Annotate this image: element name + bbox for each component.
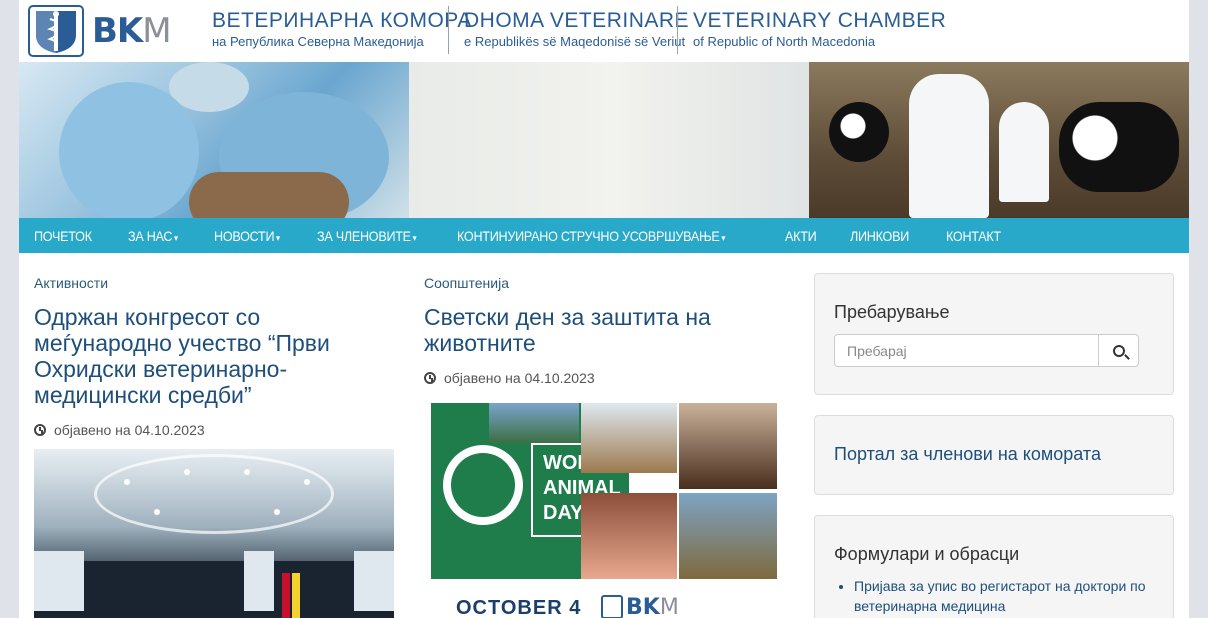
site-logo[interactable]: BKM — [28, 5, 192, 57]
caret-down-icon: ▾ — [721, 232, 726, 243]
header-banner-image — [19, 62, 1189, 218]
post-date: објавено на 04.10.2023 — [424, 370, 784, 386]
nav-item-acts[interactable]: АКТИ — [785, 228, 817, 244]
poster-date-text: OCTOBER 4 — [456, 597, 582, 618]
banner-farm-photo — [809, 62, 1189, 218]
site-header: BKM ВЕТЕРИНАРНА КОМОРА на Република Севе… — [19, 0, 1189, 62]
nav-item-members[interactable]: ЗА ЧЛЕНОВИТЕ ▾ — [317, 228, 417, 244]
nav-item-cpd[interactable]: КОНТИНУИРАНО СТРУЧНО УСОВРШУВАЊЕ ▾ — [457, 228, 725, 244]
header-en-subtitle: of Republic of North Macedonia — [693, 34, 876, 49]
post-image-world-animal-day[interactable]: WORLD ANIMAL DAY — [431, 403, 777, 579]
post-title[interactable]: Одржан конгресот со меѓународно учество … — [34, 304, 394, 408]
header-mk-subtitle: на Република Северна Македонија — [212, 34, 424, 49]
nav-item-contact[interactable]: КОНТАКТ — [946, 228, 1001, 244]
post-image-congress[interactable] — [34, 449, 394, 618]
post-title[interactable]: Светски ден за заштита на животните — [424, 304, 784, 356]
poster-footer: OCTOBER 4 BKM — [431, 593, 777, 618]
post-date-label: објавено на 04.10.2023 — [54, 422, 205, 438]
poster-logo: BKM — [626, 595, 679, 618]
caduceus-logo-icon — [601, 595, 623, 618]
search-input[interactable] — [834, 334, 1100, 367]
search-button[interactable] — [1099, 334, 1139, 367]
caret-down-icon: ▾ — [412, 232, 417, 243]
search-widget-title: Пребарување — [834, 302, 950, 322]
post-card: Активности Одржан конгресот со меѓународ… — [34, 253, 394, 618]
header-mk-title: ВЕТЕРИНАРНА КОМОРА — [212, 9, 472, 32]
nav-item-news[interactable]: НОВОСТИ ▾ — [214, 228, 280, 244]
header-divider — [677, 6, 678, 54]
header-al-subtitle: e Republikës së Maqedonisë së Veriut — [464, 34, 686, 49]
post-card: Соопштенија Светски ден за заштита на жи… — [424, 253, 784, 618]
post-category[interactable]: Соопштенија — [424, 275, 784, 291]
post-date: објавено на 04.10.2023 — [34, 422, 394, 438]
page: BKM ВЕТЕРИНАРНА КОМОРА на Република Севе… — [19, 0, 1189, 618]
main-nav: ПОЧЕТОК ЗА НАС ▾ НОВОСТИ ▾ ЗА ЧЛЕНОВИТЕ ▾ К… — [19, 218, 1189, 253]
clock-icon — [34, 424, 46, 436]
clock-icon — [424, 372, 436, 384]
caret-down-icon: ▾ — [174, 232, 179, 243]
forms-list: Пријава за упис во регистарот на доктори… — [815, 576, 1155, 616]
forms-widget: Формулари и обрасци Пријава за упис во р… — [814, 515, 1174, 618]
members-portal-link[interactable]: Портал за членови на комората — [834, 444, 1101, 465]
nav-item-about[interactable]: ЗА НАС ▾ — [128, 228, 178, 244]
header-title-mk: ВЕТЕРИНАРНА КОМОРА на Република Северна … — [212, 8, 472, 50]
search-icon — [1112, 344, 1125, 357]
portal-widget: Портал за членови на комората — [814, 415, 1174, 495]
banner-surgery-photo — [19, 62, 419, 218]
search-form — [834, 334, 1139, 367]
post-date-label: објавено на 04.10.2023 — [444, 370, 595, 386]
banner-paw-photo — [409, 62, 1189, 218]
logo-wordmark: BKM — [92, 11, 172, 51]
header-en-title: VETERINARY CHAMBER — [693, 9, 947, 32]
forms-list-item[interactable]: Пријава за упис во регистарот на доктори… — [854, 576, 1155, 616]
caduceus-logo-icon — [28, 5, 84, 57]
nav-item-links[interactable]: ЛИНКОВИ — [850, 228, 909, 244]
post-category[interactable]: Активности — [34, 275, 394, 291]
forms-widget-title: Формулари и обрасци — [834, 544, 1020, 564]
header-title-en: VETERINARY CHAMBER of Republic of North … — [693, 8, 946, 50]
search-widget: Пребарување — [814, 273, 1174, 395]
animals-globe-icon — [443, 445, 523, 525]
caret-down-icon: ▾ — [275, 232, 280, 243]
header-al-title: DHOMA VETERINARE — [464, 9, 690, 32]
header-divider — [448, 6, 449, 54]
header-title-al: DHOMA VETERINARE e Republikës së Maqedon… — [464, 8, 689, 50]
nav-item-home[interactable]: ПОЧЕТОК — [34, 228, 92, 244]
